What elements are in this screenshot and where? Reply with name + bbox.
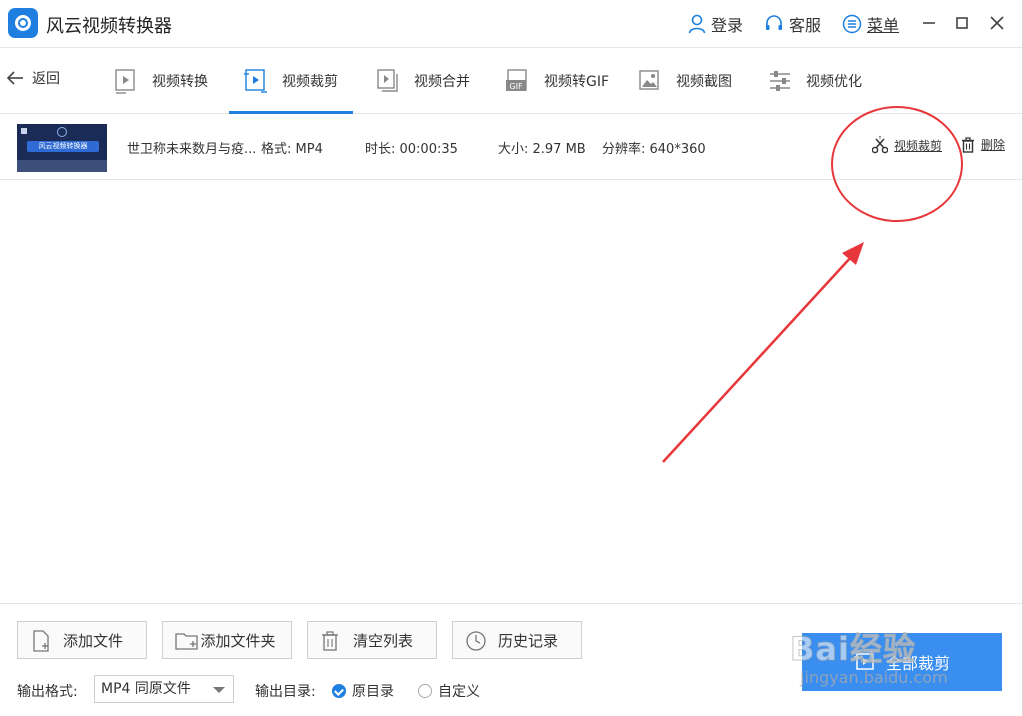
add-file-button[interactable]: 添加文件 [17,621,147,659]
tab-video-convert[interactable]: 视频转换 [114,48,208,114]
scissors-icon [872,136,888,154]
user-icon [688,14,706,34]
tab-label: 视频转换 [152,74,208,90]
output-format-select[interactable]: MP4 同原文件 [94,675,234,703]
crop-all-button[interactable]: 全部裁剪 [802,633,1002,691]
history-label: 历史记录 [497,631,558,650]
file-format: 格式: MP4 [261,142,323,157]
title-bar: 风云视频转换器 登录 客服 菜单 [0,0,1022,48]
file-resolution: 分辨率: 640*360 [602,142,706,157]
file-duration: 时长: 00:00:35 [365,142,458,157]
tab-bar: 返回 视频转换 视频裁剪 视频合并 GIF 视频转GIF 视频截图 视频优化 [0,48,1022,114]
radio-checked-icon [332,684,346,698]
headset-icon [766,15,782,30]
tab-label: 视频裁剪 [282,74,338,90]
delete-link[interactable]: 删除 [961,136,1005,153]
back-label: 返回 [32,71,60,87]
maximize-button[interactable] [951,12,973,34]
crop-video-link[interactable]: 视频裁剪 [872,136,942,154]
tab-label: 视频转GIF [544,74,610,90]
radio-original-dir[interactable]: 原目录 [332,681,394,701]
app-logo-icon [8,8,38,38]
clock-icon [466,631,486,651]
login-label: 登录 [711,16,744,35]
gif-icon: GIF [506,69,527,91]
video-thumbnail: 风云视频转换器 [17,124,107,172]
tab-video-merge[interactable]: 视频合并 [376,48,470,114]
file-list-item[interactable]: 风云视频转换器 世卫称未来数月与疫... 格式: MP4 时长: 00:00:3… [0,114,1022,180]
folder-add-icon [175,633,198,650]
video-crop-icon [853,653,874,670]
add-folder-label: 添加文件夹 [200,631,276,650]
crop-all-label: 全部裁剪 [885,654,950,673]
menu-icon [842,14,862,34]
annotation-arrow-line [662,255,853,463]
radio-unchecked-icon [418,684,432,698]
tab-label: 视频合并 [414,74,470,90]
image-icon [639,70,659,90]
tab-label: 视频优化 [806,74,862,90]
tab-video-screenshot[interactable]: 视频截图 [638,48,732,114]
maximize-icon [956,17,968,29]
close-button[interactable] [986,12,1008,34]
app-window: 风云视频转换器 登录 客服 菜单 返回 视频转换 视频裁剪 视频合并 GIF 视… [0,0,1023,716]
menu-link[interactable]: 菜单 [842,13,899,35]
video-merge-icon [377,69,398,92]
video-convert-icon [115,69,135,94]
file-size: 大小: 2.97 MB [498,142,586,157]
history-button[interactable]: 历史记录 [452,621,582,659]
tab-video-to-gif[interactable]: GIF 视频转GIF [506,48,609,114]
menu-label: 菜单 [867,16,900,35]
add-file-label: 添加文件 [62,631,123,650]
back-button[interactable]: 返回 [6,68,60,88]
login-link[interactable]: 登录 [688,13,743,35]
tab-label: 视频截图 [676,74,732,90]
tab-video-optimize[interactable]: 视频优化 [768,48,862,114]
app-title: 风云视频转换器 [46,16,172,37]
delete-label: 删除 [981,138,1006,152]
output-dir-label: 输出目录: [255,684,316,700]
video-crop-icon [244,69,267,93]
close-icon [990,16,1004,30]
gif-badge-text: GIF [509,82,523,91]
service-link[interactable]: 客服 [764,13,821,35]
service-label: 客服 [789,16,822,35]
annotation-arrow-head [842,242,864,265]
tab-video-crop[interactable]: 视频裁剪 [229,48,353,114]
chevron-down-icon [213,687,225,693]
footer-divider [0,603,1022,604]
crop-video-label: 视频裁剪 [894,138,943,153]
arrow-left-icon [6,71,23,85]
minimize-icon [923,22,935,24]
clear-list-button[interactable]: 清空列表 [307,621,437,659]
minimize-button[interactable] [918,12,940,34]
file-add-icon [33,630,49,652]
output-format-value: MP4 同原文件 [101,681,191,697]
thumbnail-caption: 风云视频转换器 [27,141,99,152]
clear-list-label: 清空列表 [352,631,413,650]
trash-icon [322,631,338,651]
add-folder-button[interactable]: 添加文件夹 [162,621,292,659]
output-format-label: 输出格式: [17,684,78,700]
radio-label: 原目录 [352,684,394,700]
radio-custom-dir[interactable]: 自定义 [418,681,480,701]
radio-label: 自定义 [438,684,480,700]
trash-icon [962,136,974,153]
sliders-icon [770,71,790,91]
file-name: 世卫称未来数月与疫... [127,142,257,157]
